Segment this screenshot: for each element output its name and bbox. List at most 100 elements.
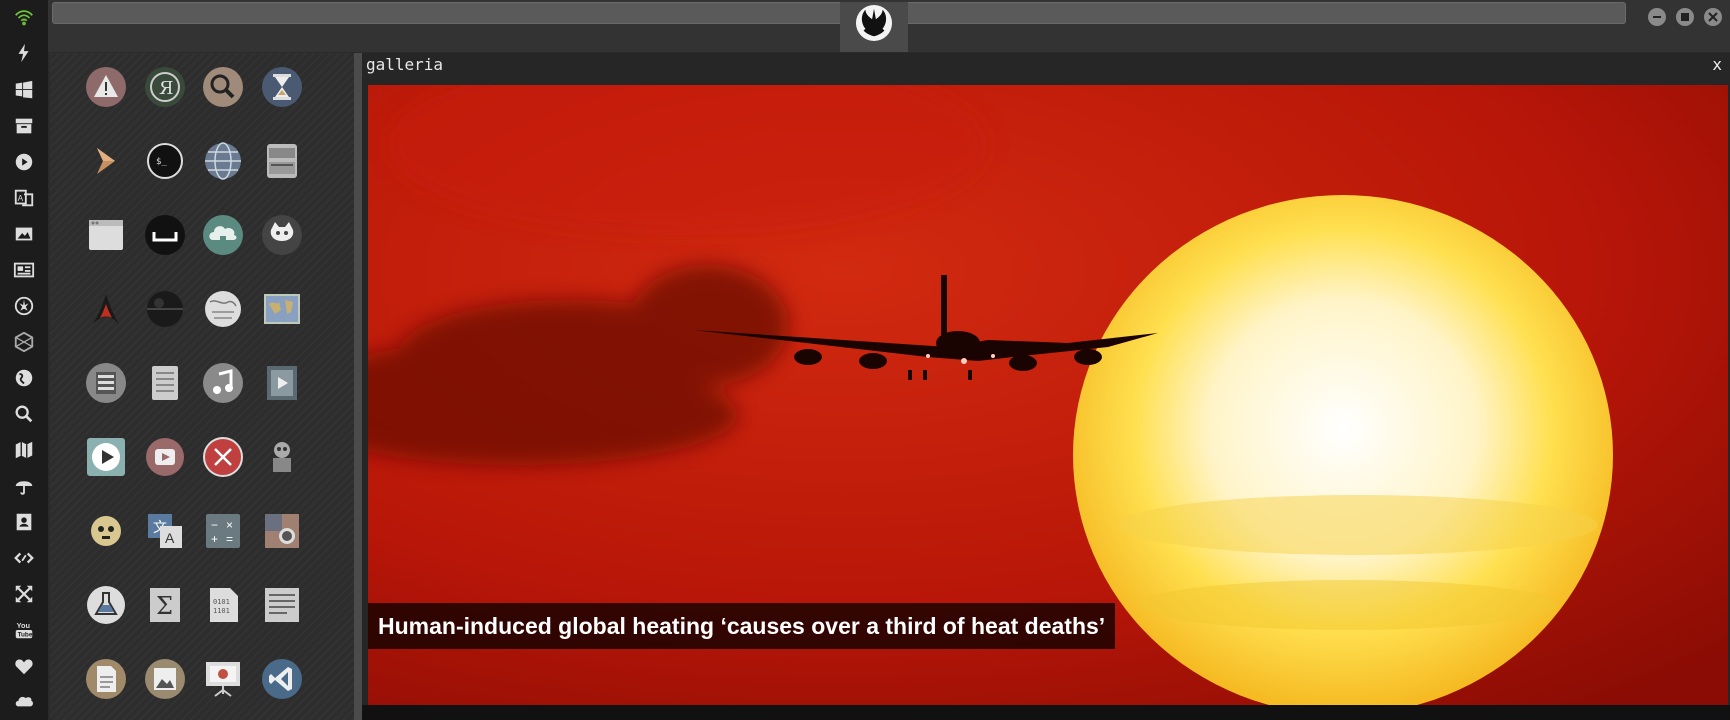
logo-tab[interactable]	[840, 2, 908, 52]
svg-text:Tube: Tube	[18, 631, 33, 638]
app-yandex-launcher[interactable]: Я	[144, 66, 186, 108]
dock-hexagon-button[interactable]	[10, 328, 38, 356]
panel-divider[interactable]	[354, 53, 362, 720]
app-file-manager-launcher[interactable]	[85, 362, 127, 404]
app-globe-launcher[interactable]	[202, 140, 244, 182]
app-c3po-launcher[interactable]	[85, 510, 127, 552]
app-xchat-launcher[interactable]	[202, 436, 244, 478]
app-math-launcher[interactable]: Σ	[144, 584, 186, 626]
close-button[interactable]	[1704, 8, 1722, 26]
dock-wifi-button[interactable]	[10, 4, 38, 32]
dock-contacts-button[interactable]	[10, 508, 38, 536]
app-terminal-launcher[interactable]: $_	[144, 140, 186, 182]
app-notebook-launcher[interactable]	[144, 362, 186, 404]
dock-play-button[interactable]	[10, 148, 38, 176]
drive-icon	[267, 144, 297, 178]
app-sleep-launcher[interactable]	[144, 214, 186, 256]
lightning-icon	[18, 43, 29, 63]
app-screenshot-launcher[interactable]	[261, 510, 303, 552]
search-icon	[203, 67, 243, 107]
app-chemistry-launcher[interactable]	[85, 584, 127, 626]
presentation-icon	[206, 662, 240, 697]
minimize-button[interactable]	[1648, 8, 1666, 26]
app-arrow-launcher[interactable]	[85, 140, 127, 182]
dock-cloud-button[interactable]	[10, 686, 38, 714]
dock-windows-button[interactable]	[10, 76, 38, 104]
music-icon	[203, 363, 243, 403]
top-bar	[48, 0, 1730, 52]
app-calculator-launcher[interactable]: − × + =	[202, 510, 244, 552]
app-hourglass-launcher[interactable]	[261, 66, 303, 108]
document-icon	[86, 659, 126, 699]
player-icon	[87, 438, 125, 476]
terminal-icon: $_	[147, 143, 183, 179]
app-video-launcher[interactable]	[261, 362, 303, 404]
svg-text:A: A	[165, 530, 175, 546]
dock-heart-button[interactable]	[10, 652, 38, 680]
dock-code-button[interactable]	[10, 544, 38, 572]
app-vscode-launcher[interactable]	[261, 658, 303, 700]
gallery-caption: Human-induced global heating ‘causes ove…	[368, 603, 1116, 649]
code-icon	[14, 552, 34, 564]
svg-text:$_: $_	[156, 157, 167, 167]
dock-lightning-button[interactable]	[10, 39, 38, 67]
dock-image-button[interactable]	[10, 220, 38, 248]
app-launcher-panel: Я $_ 文A −× + = Σ 01011101	[50, 53, 354, 720]
maximize-button[interactable]	[1676, 8, 1694, 26]
app-youtube-launcher[interactable]	[144, 436, 186, 478]
svg-text:0101: 0101	[213, 598, 230, 606]
wifi-icon	[15, 10, 33, 26]
wikipedia-icon	[205, 291, 241, 327]
archive-icon	[15, 118, 33, 134]
app-image-viewer-launcher[interactable]	[144, 658, 186, 700]
file-manager-icon	[86, 363, 126, 403]
desktop: A YouTube Я $_ 文A −× + = Σ 01011101 galleria x	[0, 0, 1730, 720]
app-drive-launcher[interactable]	[261, 140, 303, 182]
warning-icon	[86, 67, 126, 107]
app-binary-file-launcher[interactable]: 0101 1101	[202, 584, 244, 626]
dock-map-button[interactable]	[10, 436, 38, 464]
app-music-launcher[interactable]	[202, 362, 244, 404]
rebel-alliance-icon	[855, 4, 893, 42]
app-cloud-lock-launcher[interactable]	[202, 214, 244, 256]
svg-text:Σ: Σ	[156, 592, 173, 620]
arrow-icon	[97, 148, 115, 174]
app-world-map-launcher[interactable]	[261, 288, 303, 330]
translate-icon: A	[14, 189, 34, 207]
dock-archive-button[interactable]	[10, 112, 38, 140]
dock-rebel-button[interactable]	[10, 292, 38, 320]
dock-expand-button[interactable]	[10, 580, 38, 608]
app-robot-launcher[interactable]	[261, 436, 303, 478]
app-wikipedia-launcher[interactable]	[202, 288, 244, 330]
app-death-star-launcher[interactable]	[144, 288, 186, 330]
app-translate-launcher[interactable]: 文A	[144, 510, 186, 552]
robot-icon	[273, 442, 291, 472]
github-icon	[262, 215, 302, 255]
video-icon	[267, 366, 297, 400]
app-document-launcher[interactable]	[85, 658, 127, 700]
dock-globe-button[interactable]	[10, 364, 38, 392]
image-icon	[15, 227, 33, 241]
app-text-editor-launcher[interactable]	[261, 584, 303, 626]
app-player-launcher[interactable]	[85, 436, 127, 478]
gallery-window: galleria x Human-induced global heating …	[362, 53, 1730, 720]
svg-text:−: −	[211, 518, 218, 532]
dock-search-button[interactable]	[10, 400, 38, 428]
math-icon: Σ	[150, 588, 180, 622]
app-search-launcher[interactable]	[202, 66, 244, 108]
dock-umbrella-button[interactable]	[10, 472, 38, 500]
app-warning-launcher[interactable]	[85, 66, 127, 108]
app-starfleet-launcher[interactable]	[85, 288, 127, 330]
svg-text:1101: 1101	[213, 607, 230, 615]
world-map-icon	[264, 294, 300, 324]
app-github-launcher[interactable]	[261, 214, 303, 256]
globe-icon	[15, 369, 33, 387]
app-window-launcher[interactable]	[85, 214, 127, 256]
gallery-footer	[362, 705, 1730, 720]
title-strip[interactable]	[52, 2, 1626, 24]
dock-news-button[interactable]	[10, 256, 38, 284]
dock-youtube-button[interactable]: You Tube	[10, 616, 38, 644]
app-presentation-launcher[interactable]	[202, 658, 244, 700]
dock-translate-button[interactable]: A	[10, 184, 38, 212]
gallery-close-button[interactable]: x	[1712, 55, 1722, 74]
